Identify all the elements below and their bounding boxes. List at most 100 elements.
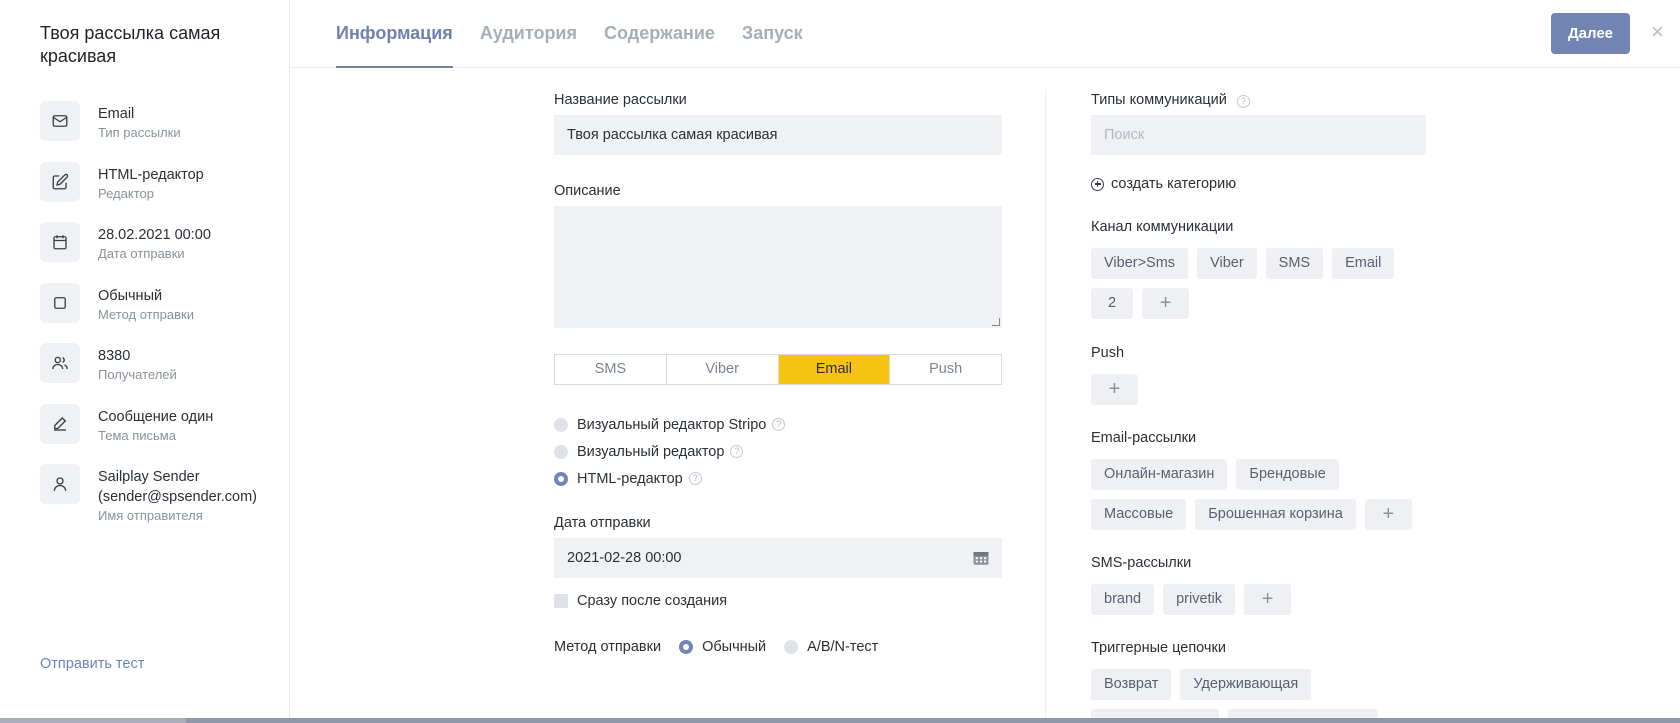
channel-option-push[interactable]: Push [890, 355, 1001, 384]
radio-button[interactable] [784, 639, 799, 654]
summary-label: Тип рассылки [98, 125, 181, 140]
editor-option-label: HTML-редактор [577, 470, 683, 487]
help-icon[interactable]: ? [730, 445, 744, 458]
add-category-button[interactable]: + [1244, 584, 1292, 615]
category-chip[interactable]: Email [1332, 248, 1395, 279]
resize-handle[interactable] [992, 318, 1000, 326]
channel-option-viber[interactable]: Viber [667, 355, 779, 384]
help-icon[interactable]: ? [688, 472, 702, 485]
tab-audience[interactable]: Аудитория [480, 0, 577, 68]
summary-value: Обычный [98, 287, 163, 304]
add-category-button[interactable]: + [1364, 499, 1412, 530]
bottom-scrollbar[interactable] [0, 718, 1680, 723]
category-chip[interactable]: Брошенная корзина [1195, 499, 1356, 530]
send-date-input[interactable]: 2021-02-28 00:00 [554, 538, 1002, 578]
edit-icon [40, 161, 80, 202]
description-textarea[interactable] [554, 206, 1002, 328]
channel-option-email[interactable]: Email [778, 355, 891, 384]
tab-launch[interactable]: Запуск [742, 0, 803, 68]
summary-value: Сообщение один [98, 408, 214, 425]
mailing-name-input[interactable]: Твоя рассылка самая красивая [554, 115, 1002, 155]
add-category-button[interactable]: + [1142, 288, 1190, 319]
radio-button-selected[interactable] [679, 639, 694, 654]
mail-icon [40, 101, 80, 141]
immediately-label: Сразу после создания [577, 592, 728, 609]
summary-value: 28.02.2021 00:00 [98, 227, 211, 243]
help-icon[interactable]: ? [1236, 95, 1250, 108]
tab-information[interactable]: Информация [336, 0, 453, 68]
add-category-button[interactable]: + [1091, 374, 1138, 405]
summary-label: Получателей [98, 367, 177, 382]
close-icon[interactable]: × [1651, 21, 1664, 43]
channel-option-sms[interactable]: SMS [555, 355, 667, 384]
trigger-category-chips: Возврат Удерживающая [1091, 669, 1431, 723]
description-label: Описание [554, 183, 621, 199]
users-icon [40, 343, 80, 383]
calendar-icon[interactable] [972, 549, 990, 567]
summary-value: HTML-редактор [98, 166, 204, 183]
push-category-chips: + [1091, 374, 1431, 414]
channel-selector: SMS Viber Email Push [554, 354, 1002, 385]
category-chip[interactable]: 2 [1091, 288, 1134, 319]
create-category-label: создать категорию [1111, 176, 1237, 192]
summary-value: 8380 [98, 348, 131, 364]
method-option-regular[interactable]: Обычный [702, 639, 766, 655]
summary-value: Sailplay Sender (sender@spsender.com) [98, 469, 257, 505]
category-chip[interactable]: brand [1091, 584, 1155, 615]
user-icon [40, 464, 80, 504]
communication-types-label: Типы коммуникаций ? [1091, 92, 1250, 108]
category-chip[interactable]: Viber [1197, 248, 1257, 279]
category-chip[interactable]: Viber>Sms [1091, 248, 1189, 279]
calendar-icon [40, 222, 80, 262]
sms-category-label: SMS-рассылки [1091, 555, 1192, 571]
editor-option-html[interactable]: HTML-редактор ? [554, 465, 785, 492]
mailing-title: Твоя рассылка самая красивая [40, 23, 221, 66]
tab-bar: Информация Аудитория Содержание Запуск [336, 0, 830, 68]
editor-radio-group: Визуальный редактор Stripo ? Визуальный … [554, 411, 786, 492]
category-chip[interactable]: Удерживающая [1180, 669, 1312, 700]
summary-item-recipients: 8380 Получателей [40, 343, 280, 404]
communication-types-text: Типы коммуникаций [1091, 92, 1227, 108]
help-icon[interactable]: ? [772, 418, 786, 431]
scrollbar-thumb[interactable] [0, 718, 186, 723]
summary-label: Тема письма [98, 427, 176, 443]
summary-label: Дата отправки [98, 246, 185, 261]
summary-label: Редактор [98, 185, 154, 201]
editor-option-stripo[interactable]: Визуальный редактор Stripo ? [554, 411, 786, 438]
summary-item-subject: Сообщение один Тема письма [40, 403, 280, 465]
plus-circle-icon [1091, 177, 1104, 191]
summary-item-method: Обычный Метод отправки [40, 282, 280, 344]
header: Информация Аудитория Содержание Запуск Д… [291, 0, 1680, 68]
summary-item-sender: Sailplay Sender (sender@spsender.com) Им… [40, 464, 280, 544]
next-button[interactable]: Далее [1551, 13, 1630, 54]
category-chip[interactable]: Возврат [1091, 669, 1172, 700]
sidebar: Твоя рассылка самая красивая Email Тип р… [0, 0, 290, 723]
category-chip[interactable]: Брендовые [1236, 459, 1339, 490]
radio-button[interactable] [554, 417, 568, 432]
email-category-chips: Онлайн-магазин Брендовые Массовые Брошен… [1091, 459, 1431, 539]
summary-label: Метод отправки [98, 306, 194, 322]
push-category-label: Push [1091, 345, 1125, 361]
radio-button[interactable] [554, 444, 568, 459]
column-divider [1045, 90, 1046, 723]
category-chip[interactable]: SMS [1265, 248, 1324, 279]
summary-list: Email Тип рассылки HTML-редактор Редакто… [40, 101, 280, 544]
summary-value: Email [98, 106, 135, 122]
send-test-link[interactable]: Отправить тест [40, 656, 144, 672]
immediately-checkbox[interactable] [554, 593, 568, 608]
method-option-abn-test[interactable]: A/B/N-тест [807, 639, 878, 655]
category-chip[interactable]: Онлайн-магазин [1091, 459, 1228, 490]
editor-option-label: Визуальный редактор Stripo [577, 416, 767, 433]
summary-label: Имя отправителя [98, 508, 203, 523]
create-category-link[interactable]: создать категорию [1091, 176, 1236, 192]
editor-option-label: Визуальный редактор [577, 443, 725, 460]
category-search-input[interactable]: Поиск [1091, 115, 1426, 155]
immediately-checkbox-row[interactable]: Сразу после создания [554, 587, 727, 614]
editor-option-visual[interactable]: Визуальный редактор ? [554, 438, 785, 465]
category-chip[interactable]: Массовые [1091, 499, 1187, 530]
channel-category-chips: Viber>Sms Viber SMS Email 2 + [1091, 248, 1431, 328]
tab-content[interactable]: Содержание [604, 0, 715, 68]
category-chip[interactable]: privetik [1163, 584, 1236, 615]
channel-category-label: Канал коммуникации [1091, 219, 1234, 235]
radio-button-selected[interactable] [554, 471, 568, 486]
